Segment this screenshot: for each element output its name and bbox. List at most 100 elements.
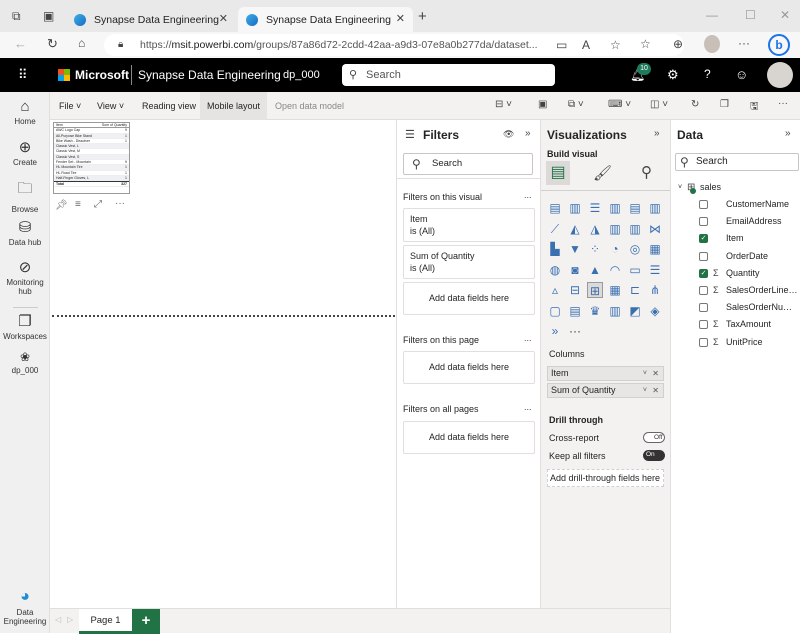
nav-workspace-dp000[interactable]: ❀ dp_000 bbox=[0, 350, 50, 375]
metrics-icon[interactable]: ♛ bbox=[587, 303, 603, 319]
workspace-name[interactable]: dp_000 bbox=[283, 69, 320, 81]
checkbox[interactable] bbox=[699, 337, 708, 347]
checkbox[interactable] bbox=[699, 320, 708, 330]
kpi-icon[interactable]: ▵ bbox=[547, 282, 563, 298]
stacked-area-chart-icon[interactable]: ◮ bbox=[587, 221, 603, 237]
clustered-bar-chart-icon[interactable]: ☰ bbox=[587, 200, 603, 216]
more-icon[interactable]: ... bbox=[524, 333, 532, 343]
checkbox[interactable] bbox=[699, 200, 708, 209]
filter-icon[interactable]: ≡ bbox=[75, 199, 81, 210]
add-favorite-icon[interactable]: ☆ bbox=[610, 34, 621, 56]
line-column-chart-icon[interactable]: ▥ bbox=[607, 221, 623, 237]
close-tab-icon[interactable]: ✕ bbox=[219, 12, 228, 25]
stacked-column-chart-icon[interactable]: ▥ bbox=[567, 200, 583, 216]
help-icon[interactable]: ? bbox=[704, 67, 711, 81]
feedback-icon[interactable]: ☺ bbox=[735, 67, 748, 82]
more-icon[interactable]: ... bbox=[524, 402, 532, 412]
field-item[interactable]: OrderDate bbox=[671, 248, 800, 265]
maximize-button[interactable]: ☐ bbox=[745, 8, 756, 22]
add-visual-filter-drop[interactable]: Add data fields here bbox=[403, 282, 535, 315]
chevron-down-icon[interactable]: ˅ bbox=[643, 367, 647, 380]
column-well-sum-of-quantity[interactable]: Sum of Quantity ˅ ✕ bbox=[547, 383, 664, 398]
filters-search-input[interactable]: ⚲ Search bbox=[403, 153, 533, 175]
nav-monitoring-hub[interactable]: ⊘ Monitoring hub bbox=[0, 258, 50, 296]
refresh-icon[interactable]: ↻ bbox=[47, 36, 58, 52]
azure-map-icon[interactable]: ▲ bbox=[587, 262, 603, 278]
build-visual-tab-icon[interactable]: ▤ bbox=[546, 161, 570, 185]
100-stacked-column-icon[interactable]: ▥ bbox=[647, 200, 663, 216]
workspaces-icon[interactable]: ⧉ bbox=[12, 9, 21, 24]
table-visual[interactable]: Item Sum of Quantity AWC Logo Cap 9 All-Pu… bbox=[53, 122, 130, 194]
visual-interactions-icon[interactable]: ◫ ˅ bbox=[650, 99, 668, 110]
browser-tab-1[interactable]: Synapse Data Engineering ✕ bbox=[66, 7, 236, 32]
next-page-icon[interactable]: ▷ bbox=[67, 615, 73, 624]
settings-more-icon[interactable]: ··· bbox=[738, 36, 750, 50]
reading-view-button[interactable]: Reading view bbox=[136, 92, 202, 120]
cross-report-toggle[interactable]: Off bbox=[643, 432, 665, 443]
ribbon-chart-icon[interactable]: ⋈ bbox=[647, 221, 663, 237]
duplicate-icon[interactable]: ❐ bbox=[720, 99, 729, 110]
map-icon[interactable]: ◍ bbox=[547, 262, 563, 278]
decomposition-tree-icon[interactable]: ⋔ bbox=[647, 282, 663, 298]
collections-icon[interactable]: ⊕ bbox=[673, 37, 683, 51]
waterfall-chart-icon[interactable]: ▙ bbox=[547, 241, 563, 257]
favorites-icon[interactable]: ☆ bbox=[640, 37, 651, 51]
filter-card-sum-of-quantity[interactable]: Sum of Quantity is (All) bbox=[403, 245, 535, 279]
field-item[interactable]: CustomerName bbox=[671, 196, 800, 213]
paginated-report-icon[interactable]: ▥ bbox=[607, 303, 623, 319]
field-item[interactable]: SalesOrderNum... bbox=[671, 299, 800, 316]
add-page-button[interactable]: + bbox=[132, 609, 160, 634]
column-well-item[interactable]: Item ˅ ✕ bbox=[547, 366, 664, 381]
qa-icon[interactable]: ▢ bbox=[547, 303, 563, 319]
collapse-filters-icon[interactable]: » bbox=[525, 128, 531, 139]
back-icon[interactable]: ← bbox=[14, 36, 27, 51]
prev-page-icon[interactable]: ◁ bbox=[55, 615, 61, 624]
new-tab-button[interactable]: + bbox=[418, 8, 427, 25]
url-input[interactable]: 🔒︎ https://msit.powerbi.com/groups/87a86… bbox=[104, 34, 684, 56]
add-all-pages-filter-drop[interactable]: Add data fields here bbox=[403, 421, 535, 454]
checkbox[interactable] bbox=[699, 217, 708, 227]
multi-row-card-icon[interactable]: ☰ bbox=[647, 262, 663, 278]
filled-map-icon[interactable]: ◙ bbox=[567, 262, 583, 278]
matrix-icon[interactable]: ▦ bbox=[607, 282, 623, 298]
app-launcher-icon[interactable]: ⠿ bbox=[18, 67, 28, 83]
collapse-data-icon[interactable]: » bbox=[785, 128, 791, 139]
more-icon[interactable]: ... bbox=[524, 190, 532, 200]
checkbox-checked[interactable]: ✓ bbox=[699, 268, 708, 278]
smart-narrative-icon[interactable]: ▤ bbox=[567, 303, 583, 319]
keep-all-filters-toggle[interactable]: On bbox=[643, 450, 665, 461]
column-header[interactable]: Item bbox=[56, 123, 63, 127]
field-item[interactable]: Σ UnitPrice bbox=[671, 334, 800, 351]
browser-tab-2[interactable]: Synapse Data Engineering ✕ bbox=[238, 7, 413, 32]
checkbox[interactable] bbox=[699, 303, 708, 313]
focus-mode-icon[interactable]: ⤢ bbox=[94, 199, 102, 210]
chevron-down-icon[interactable]: ˅ bbox=[643, 384, 647, 397]
buttons-icon[interactable]: ⌨ ˅ bbox=[608, 99, 631, 110]
column-header[interactable]: Sum of Quantity bbox=[102, 123, 127, 127]
shapes-icon[interactable]: ⧉ ˅ bbox=[568, 99, 584, 110]
more-options-icon[interactable]: ··· bbox=[778, 98, 788, 109]
data-search-input[interactable]: ⚲ Search bbox=[675, 153, 799, 171]
chevron-down-icon[interactable]: ˅ bbox=[678, 179, 682, 196]
table-node-sales[interactable]: ˅ ⊞ sales bbox=[671, 179, 800, 196]
pie-chart-icon[interactable]: ◔ bbox=[607, 241, 623, 257]
power-apps-icon[interactable]: ◩ bbox=[627, 303, 643, 319]
visual-more-icon[interactable]: ··· bbox=[115, 198, 125, 209]
page-tab-1[interactable]: Page 1 bbox=[79, 609, 132, 634]
pin-icon[interactable]: 📌︎ bbox=[55, 200, 68, 211]
card-icon[interactable]: ▭ bbox=[627, 262, 643, 278]
clustered-column-chart-icon[interactable]: ▥ bbox=[607, 200, 623, 216]
remove-field-icon[interactable]: ✕ bbox=[652, 384, 659, 397]
field-item[interactable]: ✓ Item bbox=[671, 230, 800, 247]
treemap-icon[interactable]: ▦ bbox=[647, 241, 663, 257]
nav-data-hub[interactable]: ⛁ Data hub bbox=[0, 218, 50, 247]
profile-avatar[interactable] bbox=[704, 35, 720, 53]
100-stacked-bar-icon[interactable]: ▤ bbox=[627, 200, 643, 216]
filter-card-item[interactable]: Item is (All) bbox=[403, 208, 535, 242]
field-item[interactable]: ✓ Σ Quantity bbox=[671, 265, 800, 282]
checkbox-checked[interactable]: ✓ bbox=[699, 234, 708, 244]
add-drill-through-drop[interactable]: Add drill-through fields here bbox=[547, 469, 664, 487]
nav-create[interactable]: ⊕ Create bbox=[0, 138, 50, 167]
more-visuals-icon[interactable]: ··· bbox=[567, 323, 583, 339]
field-item[interactable]: EmailAddress bbox=[671, 213, 800, 230]
